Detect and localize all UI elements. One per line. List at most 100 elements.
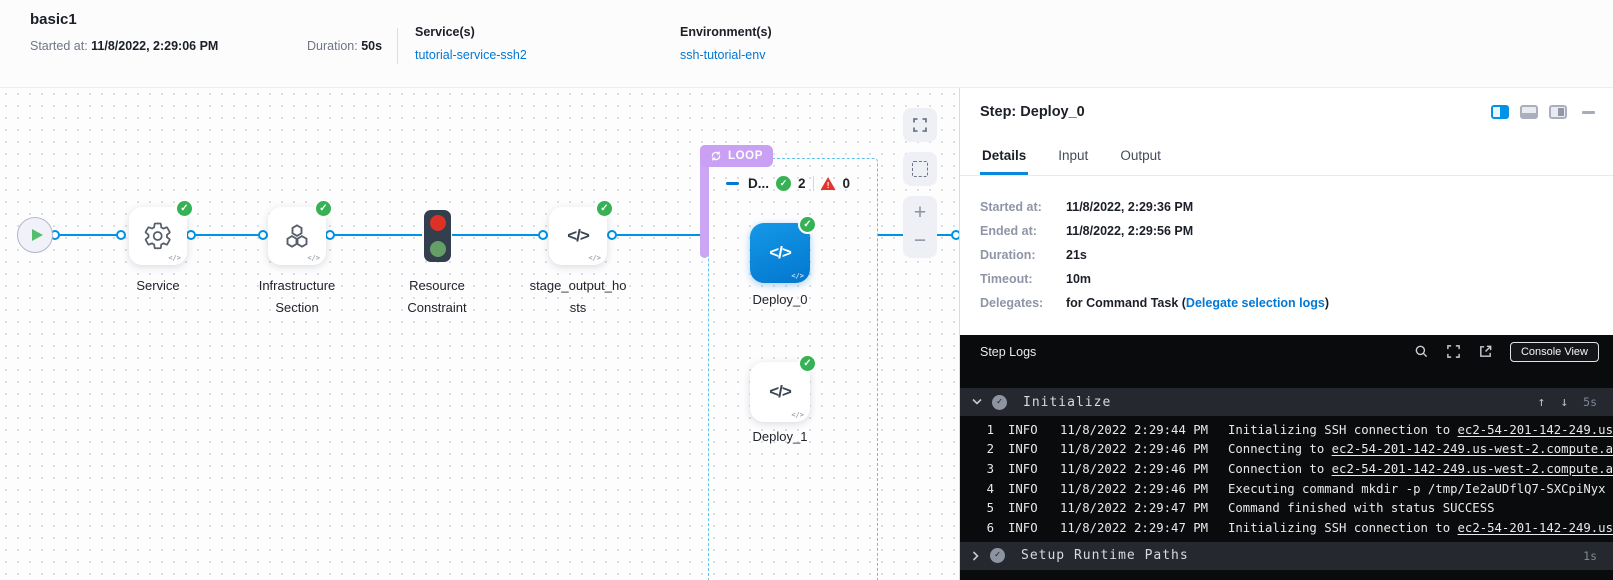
detail-label: Timeout: (980, 272, 1066, 286)
environments-label: Environment(s) (680, 25, 772, 39)
log-section-name: Setup Runtime Paths (1021, 548, 1189, 563)
port (116, 230, 126, 240)
node-label-infrastructure: Infrastructure Section (236, 275, 358, 319)
port (951, 230, 959, 240)
chevron-right-icon (972, 551, 980, 561)
detail-label: Duration: (980, 248, 1066, 262)
started-value: 11/8/2022, 2:29:06 PM (91, 39, 218, 53)
node-deploy-1[interactable]: </> ✓ </> (750, 362, 810, 422)
environment-link[interactable]: ssh-tutorial-env (680, 48, 772, 62)
log-section-setup-runtime-paths[interactable]: ✓ Setup Runtime Paths 1s (960, 542, 1613, 570)
log-line: 5INFO11/8/2022 2:29:47 PMCommand finishe… (960, 498, 1613, 518)
section-success-icon: ✓ (992, 395, 1007, 410)
fit-to-screen-button[interactable] (903, 108, 937, 142)
open-in-new-tab-icon[interactable] (1478, 344, 1493, 359)
tab-output[interactable]: Output (1118, 140, 1163, 175)
log-line: 2INFO11/8/2022 2:29:46 PMConnecting to e… (960, 440, 1613, 460)
scroll-to-top-icon[interactable]: ↑ (1537, 395, 1545, 410)
edge (193, 234, 262, 236)
loop-failure-count: 0 (843, 176, 851, 191)
log-section-duration: 5s (1583, 395, 1597, 409)
host-link[interactable]: ec2-54-201-142-249.us-west-2.compute.ama… (1458, 423, 1613, 437)
scroll-to-bottom-icon[interactable]: ↓ (1560, 395, 1568, 410)
host-link[interactable]: ec2-54-201-142-249.us-west-2.compute.ama… (1332, 442, 1613, 456)
log-section-initialize[interactable]: ✓ Initialize ↑ ↓ 5s (960, 388, 1613, 416)
code-glyph-mini: </> (588, 254, 601, 262)
detail-value: 21s (1066, 248, 1329, 262)
detail-value: 11/8/2022, 2:29:36 PM (1066, 200, 1329, 214)
edge (332, 234, 422, 236)
detail-label-delegates: Delegates: (980, 296, 1066, 310)
service-link[interactable]: tutorial-service-ssh2 (415, 48, 527, 62)
layout-bottom-view-button[interactable] (1520, 105, 1538, 119)
section-success-icon: ✓ (990, 548, 1005, 563)
detail-value: 11/8/2022, 2:29:56 PM (1066, 224, 1329, 238)
loop-group-name: D... (748, 176, 769, 191)
node-deploy-0[interactable]: </> ✓ </> (750, 223, 810, 283)
node-label-deploy-0: Deploy_0 (720, 289, 840, 311)
host-link[interactable]: ec2-54-201-142-249.us-west-2.compute.ama… (1458, 521, 1613, 535)
header-divider (397, 28, 398, 64)
loop-badge: LOOP (700, 145, 773, 167)
code-glyph-mini: </> (791, 272, 804, 280)
success-badge: ✓ (595, 199, 614, 218)
code-icon: </> (567, 226, 589, 246)
expand-logs-icon[interactable] (1446, 344, 1461, 359)
delegate-selection-logs-link[interactable]: Delegate selection logs (1186, 296, 1325, 310)
port (258, 230, 268, 240)
code-glyph-mini: </> (168, 254, 181, 262)
chevron-down-icon (972, 398, 982, 406)
loop-group-header: D... ✓ 2 ! 0 (726, 176, 850, 191)
port (186, 230, 196, 240)
layout-right-view-button[interactable] (1491, 105, 1509, 119)
detail-value: 10m (1066, 272, 1329, 286)
success-count-icon: ✓ (776, 176, 791, 191)
divider (813, 176, 814, 191)
log-line: 1INFO11/8/2022 2:29:44 PMInitializing SS… (960, 420, 1613, 440)
log-line: 6INFO11/8/2022 2:29:47 PMInitializing SS… (960, 518, 1613, 538)
loop-success-count: 2 (798, 176, 806, 191)
services-block: Service(s) tutorial-service-ssh2 (415, 25, 527, 62)
code-glyph-mini: </> (307, 254, 320, 262)
log-line: 4INFO11/8/2022 2:29:46 PMExecuting comma… (960, 479, 1613, 499)
step-panel-title: Step: Deploy_0 (980, 104, 1085, 120)
execution-header: basic1 Started at: 11/8/2022, 2:29:06 PM… (0, 0, 1613, 88)
node-stage-output-hosts[interactable]: </> ✓ </> (549, 207, 607, 265)
edge (54, 234, 120, 236)
pipeline-canvas[interactable]: ✓ </> Service ✓ </> Infrastructure Secti… (0, 88, 959, 580)
collapse-icon[interactable] (726, 182, 739, 185)
edge (614, 234, 701, 236)
node-label-service: Service (97, 275, 219, 297)
node-resource-constraint[interactable] (424, 210, 451, 262)
detail-value-delegates: for Command Task (Delegate selection log… (1066, 296, 1329, 310)
zoom-out-button[interactable]: − (903, 228, 937, 254)
code-glyph-mini: </> (791, 411, 804, 419)
selection-mode-button[interactable] (903, 152, 937, 186)
search-icon[interactable] (1414, 344, 1429, 359)
success-badge: ✓ (798, 354, 817, 373)
layout-minimized-view-button[interactable] (1549, 105, 1567, 119)
tab-details[interactable]: Details (980, 140, 1028, 175)
tab-input[interactable]: Input (1056, 140, 1090, 175)
panel-minimize-button[interactable] (1582, 111, 1595, 114)
duration-label: Duration: (307, 39, 358, 53)
step-details-panel: Step: Deploy_0 Details Input Output Star… (959, 88, 1613, 580)
zoom-in-button[interactable]: + (903, 200, 937, 226)
panel-layout-controls (1491, 105, 1595, 119)
edge (452, 234, 542, 236)
console-view-button[interactable]: Console View (1510, 342, 1599, 362)
step-logs-titlebar: Step Logs Console View (960, 335, 1613, 368)
port (538, 230, 548, 240)
success-badge: ✓ (175, 199, 194, 218)
traffic-light-green (430, 241, 446, 257)
pipeline-start-node[interactable] (17, 217, 53, 253)
logs-spacer (960, 368, 1613, 388)
play-icon (32, 229, 43, 241)
node-service[interactable]: ✓ </> (129, 207, 187, 265)
node-label-stage-output-hosts: stage_output_hosts (528, 275, 628, 319)
loop-badge-label: LOOP (728, 150, 763, 162)
node-infrastructure[interactable]: ✓ </> (268, 207, 326, 265)
code-icon: </> (769, 243, 791, 263)
host-link[interactable]: ec2-54-201-142-249.us-west-2.compute.ama… (1332, 462, 1613, 476)
log-lines: 1INFO11/8/2022 2:29:44 PMInitializing SS… (960, 416, 1613, 542)
